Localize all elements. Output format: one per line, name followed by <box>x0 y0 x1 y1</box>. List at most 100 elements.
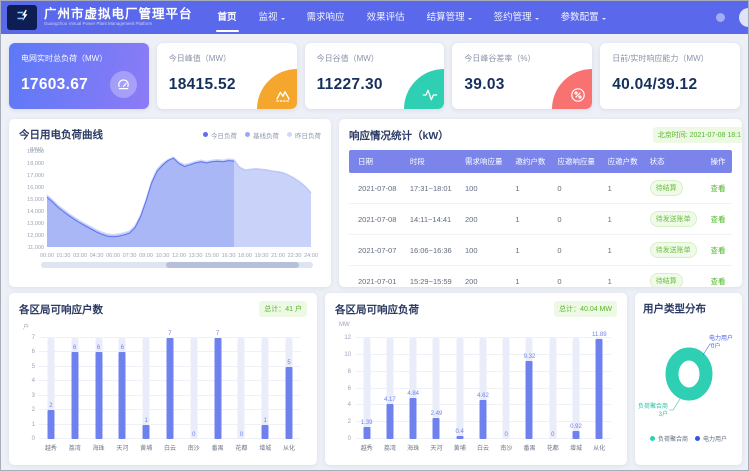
user-type-panel: 用户类型分布 电力用户 0户 负荷聚合商 3户 负荷聚合商电力用户 <box>635 293 742 465</box>
legend-item[interactable]: 基线负荷 <box>245 130 279 140</box>
app-subtitle: Guangzhou Virtual Power Plant Management… <box>44 22 193 27</box>
bar-fill <box>410 398 417 439</box>
bar-columns: 2 6 6 6 1 7 0 7 0 1 5 <box>39 338 301 439</box>
bar-从化[interactable]: 11.89 <box>588 338 611 439</box>
bar-value-label: 4.17 <box>384 397 396 403</box>
bar-荔湾[interactable]: 4.17 <box>378 338 401 439</box>
nav-item-4[interactable]: 结算管理 <box>416 1 483 34</box>
bar-fill <box>214 338 221 439</box>
bar-value-label: 1.39 <box>361 420 373 426</box>
legend-item[interactable]: 负荷聚合商 <box>650 434 688 443</box>
svg-text:16:30: 16:30 <box>222 253 236 259</box>
bar-南沙[interactable]: 0 <box>495 338 518 439</box>
svg-text:24:00: 24:00 <box>304 253 318 259</box>
bar-fill <box>526 361 533 439</box>
app-title-block: 广州市虚拟电厂管理平台 Guangzhou Virtual Power Plan… <box>44 8 193 28</box>
bar-value-label: 9.32 <box>524 354 536 360</box>
district-load-chart: 024681012 1.39 4.17 4.84 2.49 0.4 4.62 0… <box>335 332 617 452</box>
bar-海珠[interactable]: 4.84 <box>402 338 425 439</box>
nav-item-6[interactable]: 参数配置 <box>550 1 617 34</box>
y-tick-label: 5 <box>19 364 35 370</box>
peak-icon <box>257 69 297 109</box>
bar-番禺[interactable]: 7 <box>206 338 230 439</box>
nav-item-1[interactable]: 监视 <box>248 1 296 34</box>
kpi-row: 电网实时总负荷（MW） 17603.67今日峰值（MW） 18415.52今日谷… <box>9 43 740 109</box>
svg-text:13:30: 13:30 <box>189 253 203 259</box>
legend-item[interactable]: 电力用户 <box>695 434 727 443</box>
chart-datazoom-track[interactable] <box>41 262 313 268</box>
chevron-down-icon <box>468 18 472 22</box>
column-header: 操作 <box>707 150 733 173</box>
district-users-chart: 01234567 2 6 6 6 1 7 0 7 0 1 5 越秀荔湾海珠天河黄… <box>19 332 307 452</box>
x-category-label: 花都 <box>541 443 564 452</box>
legend-item[interactable]: 昨日负荷 <box>287 130 321 140</box>
chevron-down-icon <box>281 18 285 22</box>
bar-value-label: 7 <box>168 331 171 337</box>
bar-value-label: 1 <box>144 418 147 424</box>
response-table: 日期时段需求响应量邀约户数应邀响应量应邀户数状态操作 2021-07-08 17… <box>349 150 732 287</box>
bar-value-label: 0 <box>240 432 243 438</box>
avatar[interactable] <box>739 8 749 27</box>
bar-value-label: 0 <box>551 432 554 438</box>
cell-accepted-amount: 0 <box>553 204 603 235</box>
view-link[interactable]: 查看 <box>711 246 726 255</box>
bar-增城[interactable]: 1 <box>253 338 277 439</box>
cell-demand: 200 <box>461 266 511 288</box>
bar-黄埔[interactable]: 1 <box>134 338 158 439</box>
bar-花都[interactable]: 0 <box>541 338 564 439</box>
bar-越秀[interactable]: 1.39 <box>355 338 378 439</box>
user-type-donut[interactable]: 电力用户 0户 负荷聚合商 3户 <box>643 320 734 432</box>
notification-icon[interactable] <box>716 13 725 22</box>
legend-dot <box>650 436 655 441</box>
legend-dot <box>245 132 250 137</box>
svg-text:12:00: 12:00 <box>172 253 186 259</box>
bar-白云[interactable]: 7 <box>158 338 182 439</box>
view-link[interactable]: 查看 <box>711 184 726 193</box>
bar-黄埔[interactable]: 0.4 <box>448 338 471 439</box>
bar-track <box>238 338 245 439</box>
x-category-label: 荔湾 <box>378 443 401 452</box>
x-category-label: 海珠 <box>402 443 425 452</box>
nav-item-2[interactable]: 需求响应 <box>296 1 356 34</box>
y-tick-label: 0 <box>19 436 35 442</box>
bar-南沙[interactable]: 0 <box>182 338 206 439</box>
bar-荔湾[interactable]: 6 <box>63 338 87 439</box>
nav-item-0[interactable]: 首页 <box>207 1 248 34</box>
bar-value-label: 0 <box>505 432 508 438</box>
svg-text:11,000: 11,000 <box>28 245 44 251</box>
y-axis-unit: MW <box>339 322 617 330</box>
bar-value-label: 0.92 <box>570 424 582 430</box>
chart-datazoom-thumb[interactable] <box>166 262 299 268</box>
district-load-total-badge: 总计：40.04 MW <box>554 301 617 317</box>
nav-item-5[interactable]: 签约管理 <box>483 1 550 34</box>
bar-越秀[interactable]: 2 <box>39 338 63 439</box>
table-row: 2021-07-08 17:31~18:01 100 1 0 1 待结算 查看 <box>349 173 732 204</box>
bar-番禺[interactable]: 9.32 <box>518 338 541 439</box>
kpi-label: 日前/实时响应能力（MW） <box>612 53 728 64</box>
bar-白云[interactable]: 4.62 <box>471 338 494 439</box>
legend-label: 今日负荷 <box>211 130 237 140</box>
view-link[interactable]: 查看 <box>711 277 726 286</box>
bar-增城[interactable]: 0.92 <box>564 338 587 439</box>
bar-天河[interactable]: 6 <box>110 338 134 439</box>
bar-花都[interactable]: 0 <box>230 338 254 439</box>
y-tick-label: 12 <box>335 335 351 341</box>
bar-天河[interactable]: 2.49 <box>425 338 448 439</box>
kpi-label: 今日谷值（MW） <box>317 53 433 64</box>
y-tick-label: 2 <box>335 419 351 425</box>
top-navigation-bar: 广州市虚拟电厂管理平台 Guangzhou Virtual Power Plan… <box>1 1 748 34</box>
bar-value-label: 6 <box>97 345 100 351</box>
chevron-down-icon <box>602 18 606 22</box>
cell-accepted-amount: 0 <box>553 235 603 266</box>
cell-date: 2021-07-08 <box>349 204 406 235</box>
view-link[interactable]: 查看 <box>711 215 726 224</box>
donut-slice-aggregator[interactable] <box>672 354 706 394</box>
legend-dot <box>287 132 292 137</box>
nav-item-3[interactable]: 效果评估 <box>356 1 416 34</box>
bar-track <box>503 338 510 439</box>
bar-从化[interactable]: 5 <box>277 338 301 439</box>
bar-海珠[interactable]: 6 <box>87 338 111 439</box>
legend-item[interactable]: 今日负荷 <box>203 130 237 140</box>
x-category-label: 番禺 <box>206 443 230 452</box>
bar-track <box>190 338 197 439</box>
